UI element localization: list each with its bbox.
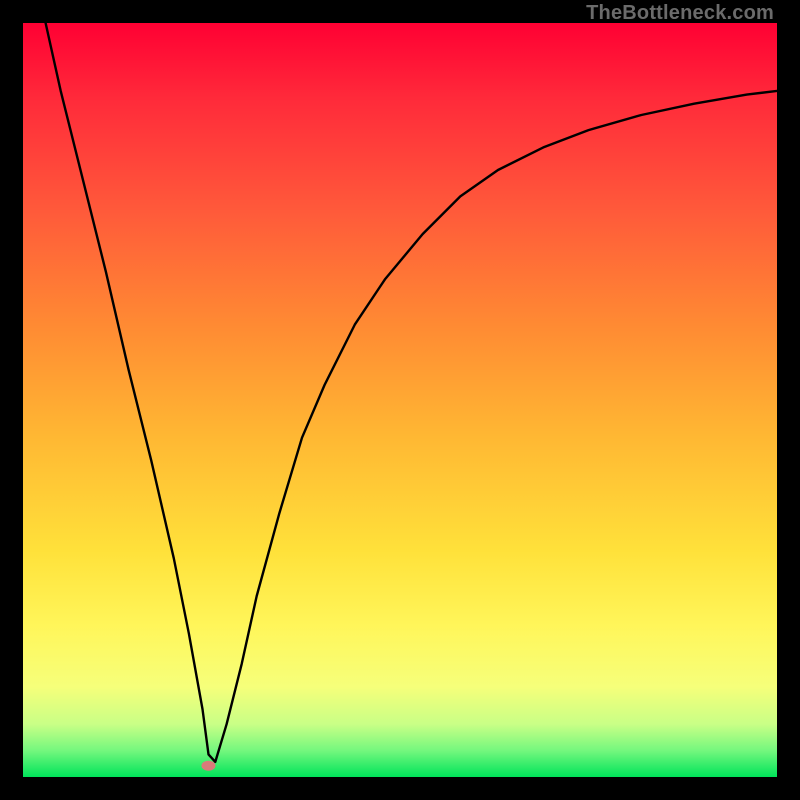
watermark-text: TheBottleneck.com	[586, 2, 774, 25]
bottleneck-chart	[23, 23, 777, 777]
optimal-marker	[201, 761, 215, 771]
chart-frame	[23, 23, 777, 777]
